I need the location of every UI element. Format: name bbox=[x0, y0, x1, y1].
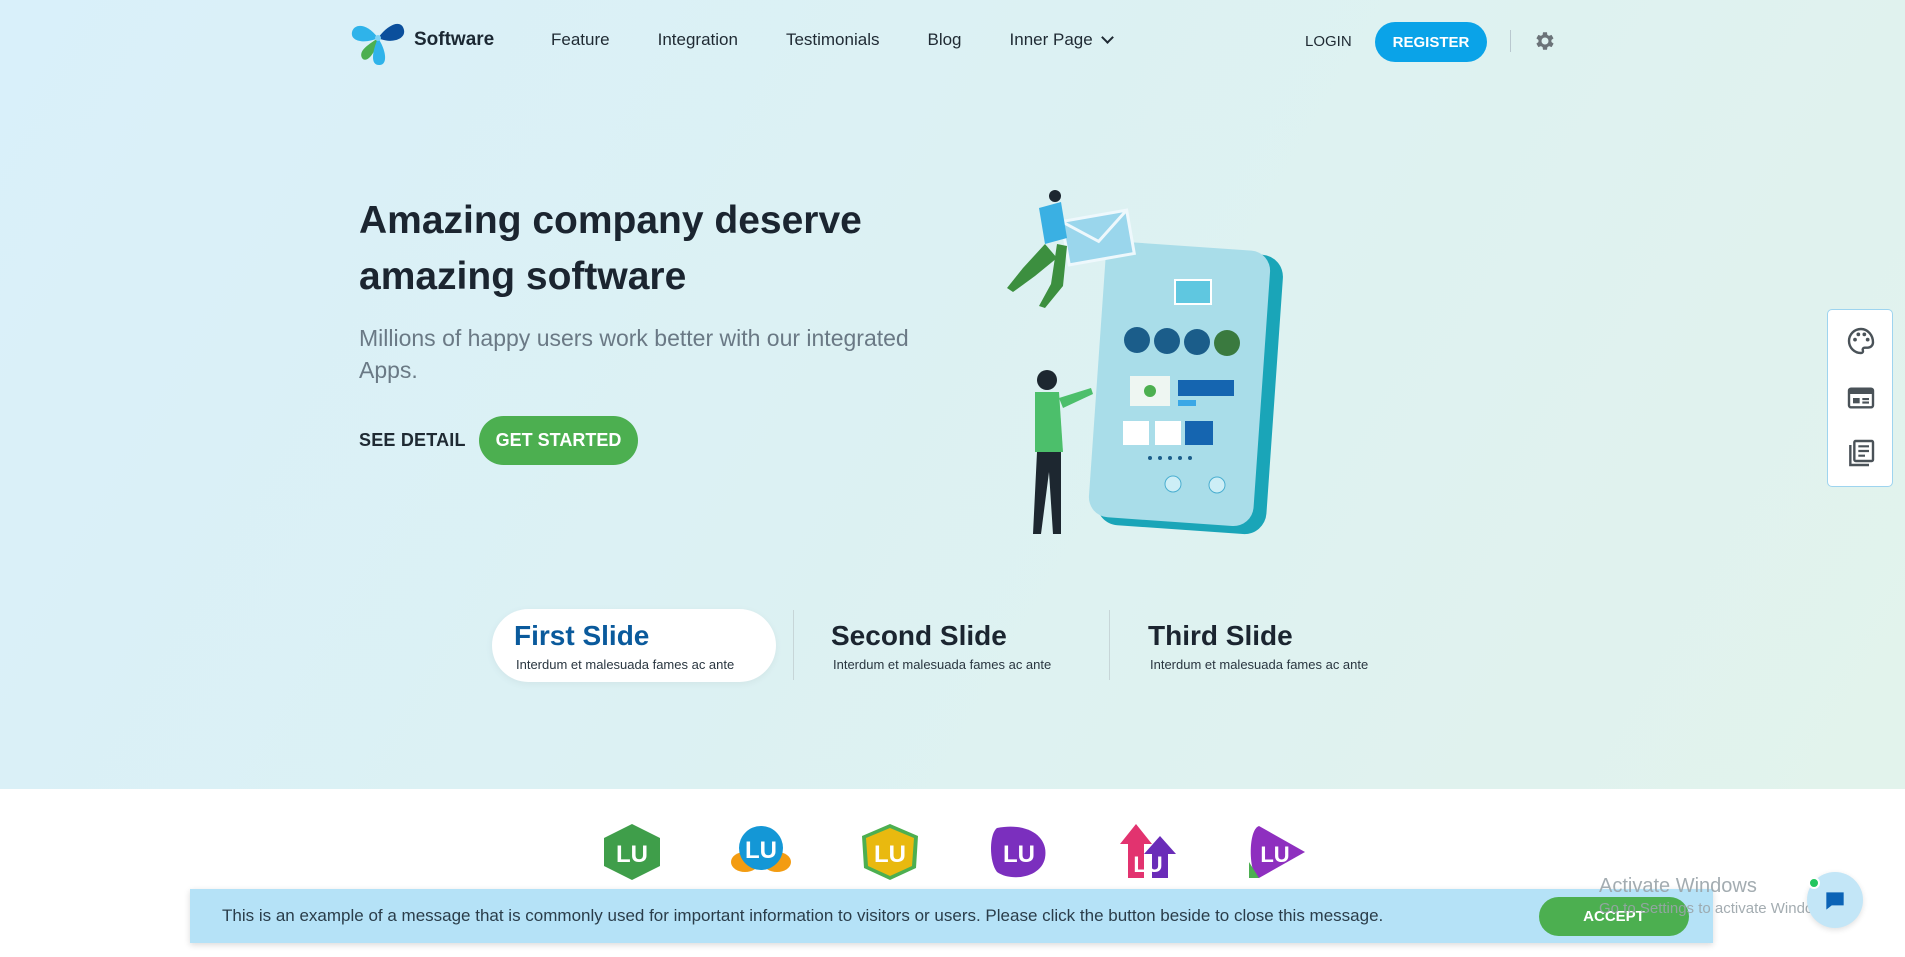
nav-testimonials[interactable]: Testimonials bbox=[786, 30, 880, 50]
slide-tab-1[interactable]: First Slide Interdum et malesuada fames … bbox=[492, 609, 776, 682]
register-button[interactable]: REGISTER bbox=[1375, 22, 1487, 62]
slide-tab-title: Second Slide bbox=[831, 620, 1007, 651]
brand-logos-row: LU LU LU LU LU LU bbox=[600, 822, 1305, 882]
brand-logo-purple-blob: LU bbox=[991, 826, 1046, 878]
standing-person-illustration bbox=[1033, 370, 1093, 534]
brand-logo-text: LU bbox=[874, 841, 906, 868]
watermark-title: Activate Windows bbox=[1599, 875, 1757, 897]
chat-icon bbox=[1826, 892, 1844, 910]
nav-feature[interactable]: Feature bbox=[551, 30, 610, 50]
brand-logo-text: LU bbox=[745, 837, 777, 864]
nav-inner-page-label: Inner Page bbox=[1009, 30, 1093, 49]
layout-icon[interactable] bbox=[1845, 382, 1877, 414]
slide-tab-title: First Slide bbox=[514, 620, 650, 651]
brand-logo-text: LU bbox=[616, 841, 648, 868]
brand-name: Software bbox=[414, 29, 495, 50]
slide-tab-3[interactable]: Third Slide Interdum et malesuada fames … bbox=[1126, 609, 1416, 682]
hero-illustration bbox=[1007, 190, 1283, 535]
brand-logo-text: LU bbox=[1260, 842, 1289, 867]
main-nav: Feature Integration Testimonials Blog In… bbox=[551, 30, 1114, 50]
brand-logo-arrows: LU bbox=[1120, 824, 1176, 878]
slide-tab-desc: Interdum et malesuada fames ac ante bbox=[1150, 657, 1369, 672]
chevron-down-icon bbox=[1100, 31, 1114, 44]
document-list-icon[interactable] bbox=[1845, 437, 1877, 469]
envelope-illustration bbox=[1059, 208, 1137, 267]
slide-tab-title: Third Slide bbox=[1148, 620, 1293, 651]
logo-drops-icon bbox=[351, 23, 405, 66]
cookie-banner: This is an example of a message that is … bbox=[190, 889, 1713, 943]
header-divider bbox=[1510, 30, 1511, 52]
slide-tab-desc: Interdum et malesuada fames ac ante bbox=[516, 657, 735, 672]
slide-tab-2[interactable]: Second Slide Interdum et malesuada fames… bbox=[809, 609, 1099, 682]
palette-icon[interactable] bbox=[1845, 325, 1877, 357]
nav-inner-page[interactable]: Inner Page bbox=[1009, 30, 1114, 50]
brand-logo-blue-cloud: LU bbox=[731, 826, 791, 872]
watermark-subtitle: Go to Settings to activate Windows. bbox=[1599, 900, 1836, 917]
side-tools-panel bbox=[1827, 309, 1893, 487]
hero-headline: Amazing company deserve amazing software bbox=[359, 199, 862, 298]
brand-logo-text: LU bbox=[1003, 841, 1035, 868]
slide-tab-desc: Interdum et malesuada fames ac ante bbox=[833, 657, 1052, 672]
nav-integration[interactable]: Integration bbox=[658, 30, 738, 50]
cookie-message: This is an example of a message that is … bbox=[222, 906, 1384, 925]
brand-logo[interactable]: Software bbox=[350, 14, 494, 66]
online-status-dot bbox=[1808, 877, 1820, 889]
brand-logo-green-hexagon: LU bbox=[604, 824, 660, 880]
settings-gear-icon[interactable] bbox=[1532, 29, 1556, 53]
nav-blog[interactable]: Blog bbox=[927, 30, 961, 50]
brand-logo-purple-triangle: LU bbox=[1249, 826, 1305, 878]
hero-subline: Millions of happy users work better with… bbox=[359, 325, 909, 383]
phone-illustration bbox=[1088, 241, 1283, 535]
slide-tab-divider bbox=[793, 610, 794, 680]
flying-person-illustration bbox=[1007, 190, 1067, 308]
see-detail-link[interactable]: SEE DETAIL bbox=[359, 430, 466, 451]
slide-tab-divider bbox=[1109, 610, 1110, 680]
brand-logo-yellow-shield: LU bbox=[862, 824, 918, 880]
brand-logo-text: LU bbox=[1133, 852, 1162, 877]
get-started-button[interactable]: GET STARTED bbox=[479, 416, 638, 465]
windows-activation-watermark: Activate Windows Go to Settings to activ… bbox=[1599, 875, 1836, 917]
login-link[interactable]: LOGIN bbox=[1305, 33, 1352, 50]
